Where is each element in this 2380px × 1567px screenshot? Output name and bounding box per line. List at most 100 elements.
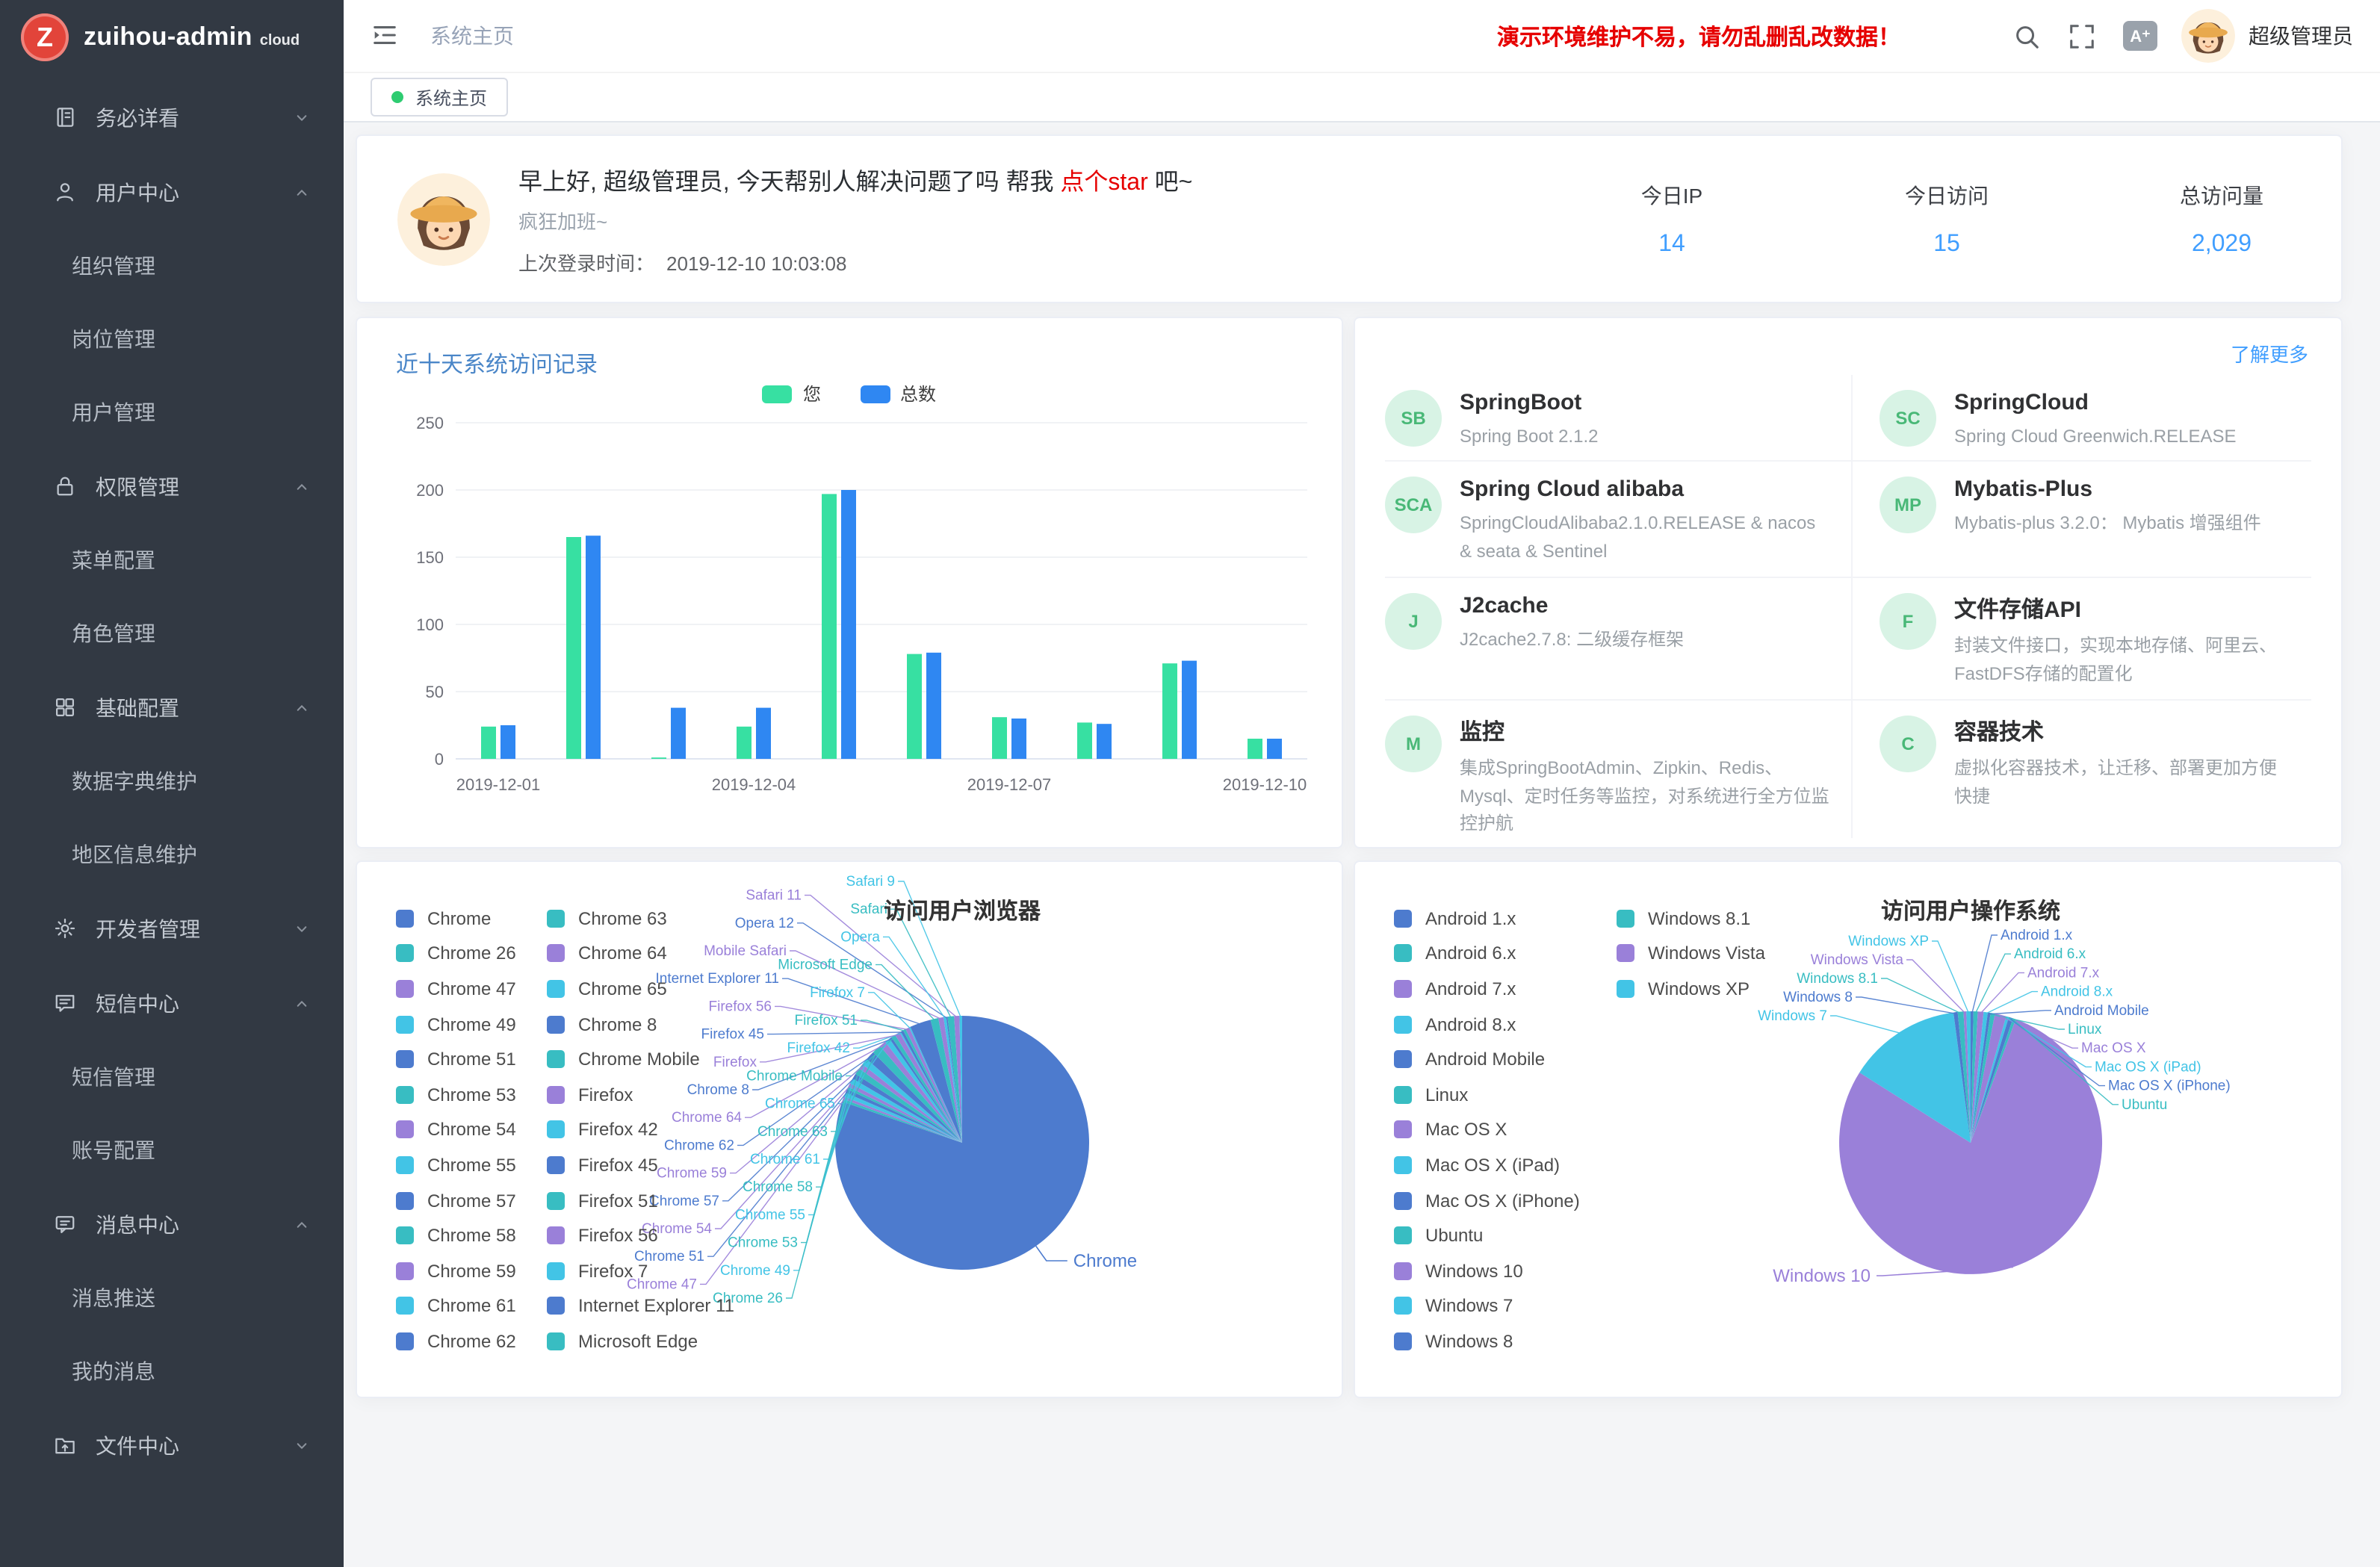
legend-label: Windows 10 <box>1425 1260 1523 1281</box>
legend-item[interactable]: Chrome 57 <box>396 1183 516 1218</box>
search-icon[interactable] <box>2012 21 2042 51</box>
legend-item[interactable]: Chrome 61 <box>396 1288 516 1324</box>
legend-item[interactable]: Firefox 42 <box>547 1112 734 1147</box>
sidebar-item-label: 务必详看 <box>96 103 293 133</box>
sidebar-subitem[interactable]: 数据字典维护 <box>0 745 344 819</box>
brand[interactable]: Z zuihou-admincloud <box>0 0 344 75</box>
legend-item[interactable]: Firefox 51 <box>547 1183 734 1218</box>
legend-item[interactable]: Chrome 47 <box>396 971 516 1006</box>
lock-icon <box>54 475 78 499</box>
sidebar-item[interactable]: 权限管理 <box>0 450 344 524</box>
legend-marker <box>1394 1262 1412 1279</box>
visits-bar-chart[interactable]: 0501001502002502019-12-012019-12-042019-… <box>381 405 1322 831</box>
legend-item[interactable]: Android 6.x <box>1394 936 1580 971</box>
legend-item[interactable]: Chrome 51 <box>396 1042 516 1077</box>
sidebar-item[interactable]: 用户中心 <box>0 155 344 230</box>
legend-item[interactable]: Windows 10 <box>1394 1253 1580 1288</box>
legend-item[interactable]: Chrome 54 <box>396 1112 516 1147</box>
legend-item[interactable]: Linux <box>1394 1077 1580 1112</box>
legend-marker <box>1394 980 1412 998</box>
sidebar-subitem[interactable]: 我的消息 <box>0 1335 344 1409</box>
legend-marker <box>396 1191 414 1209</box>
font-size-icon[interactable]: A⁺ <box>2123 21 2157 51</box>
username[interactable]: 超级管理员 <box>2249 21 2353 51</box>
svg-text:Firefox 42: Firefox 42 <box>787 1040 850 1056</box>
sidebar-subitem[interactable]: 消息推送 <box>0 1262 344 1335</box>
legend-item[interactable]: Chrome 58 <box>396 1218 516 1253</box>
legend-item[interactable]: Android Mobile <box>1394 1042 1580 1077</box>
user-avatar[interactable] <box>2181 9 2235 63</box>
legend-item[interactable]: Android 7.x <box>1394 971 1580 1006</box>
legend-item[interactable]: Chrome 53 <box>396 1077 516 1112</box>
legend-label: Microsoft Edge <box>578 1331 698 1352</box>
learn-more-link[interactable]: 了解更多 <box>2231 339 2308 367</box>
legend-marker <box>396 1297 414 1315</box>
star-link[interactable]: 点个star <box>1060 170 1147 196</box>
legend-marker <box>547 945 565 963</box>
legend-item[interactable]: Chrome 55 <box>396 1147 516 1182</box>
svg-text:Safari: Safari <box>850 902 887 917</box>
legend-label: Chrome 51 <box>427 1049 516 1070</box>
legend-item[interactable]: Internet Explorer 11 <box>547 1288 734 1324</box>
sidebar-subitem[interactable]: 账号配置 <box>0 1114 344 1188</box>
legend-item[interactable]: Firefox 45 <box>547 1147 734 1182</box>
legend-item[interactable]: Windows XP <box>1617 971 1765 1006</box>
legend-item[interactable]: Chrome 59 <box>396 1253 516 1288</box>
legend-item[interactable]: Chrome Mobile <box>547 1042 734 1077</box>
sidebar-subitem[interactable]: 组织管理 <box>0 230 344 303</box>
fullscreen-icon[interactable] <box>2068 21 2098 51</box>
sidebar-item[interactable]: 基础配置 <box>0 671 344 745</box>
legend-item[interactable]: Chrome <box>396 901 516 936</box>
legend-item[interactable]: 总数 <box>860 381 936 406</box>
sidebar-subitem[interactable]: 地区信息维护 <box>0 819 344 892</box>
legend-item[interactable]: 您 <box>763 381 821 406</box>
sidebar-subitem[interactable]: 短信管理 <box>0 1041 344 1114</box>
legend-item[interactable]: Microsoft Edge <box>547 1324 734 1359</box>
svg-text:Chrome Mobile: Chrome Mobile <box>746 1068 843 1084</box>
sidebar-toggle-icon[interactable] <box>371 21 400 51</box>
legend-item[interactable]: Android 8.x <box>1394 1007 1580 1042</box>
legend-item[interactable]: Windows 7 <box>1394 1288 1580 1324</box>
legend-item[interactable]: Firefox 56 <box>547 1218 734 1253</box>
tab-home[interactable]: 系统主页 <box>371 78 508 117</box>
legend-item[interactable]: Chrome 8 <box>547 1007 734 1042</box>
legend-item[interactable]: Chrome 62 <box>396 1324 516 1359</box>
legend-item[interactable]: Mac OS X <box>1394 1112 1580 1147</box>
folder-icon <box>54 1434 78 1458</box>
sidebar-subitem[interactable]: 用户管理 <box>0 376 344 450</box>
legend-item[interactable]: Mac OS X (iPhone) <box>1394 1183 1580 1218</box>
legend-item[interactable]: Chrome 65 <box>547 971 734 1006</box>
grid-icon <box>54 696 78 720</box>
row-charts-top: 近十天系统访问记录 您 总数 0501001502002502019-12-01… <box>356 317 2343 848</box>
legend-item[interactable]: Windows Vista <box>1617 936 1765 971</box>
svg-text:200: 200 <box>416 481 444 500</box>
sidebar-item[interactable]: 短信中心 <box>0 966 344 1041</box>
sidebar-item[interactable]: 务必详看 <box>0 81 344 155</box>
sidebar-item[interactable]: 开发者管理 <box>0 892 344 966</box>
legend-marker <box>763 385 793 403</box>
legend-item[interactable]: Firefox <box>547 1077 734 1112</box>
legend-item[interactable]: Chrome 64 <box>547 936 734 971</box>
sidebar-subitem[interactable]: 岗位管理 <box>0 303 344 376</box>
legend-item[interactable]: Chrome 26 <box>396 936 516 971</box>
legend-item[interactable]: Windows 8 <box>1394 1324 1580 1359</box>
tech-desc: Mybatis-plus 3.2.0： Mybatis 增强组件 <box>1954 509 2261 537</box>
tab-label: 系统主页 <box>415 84 487 110</box>
legend-item[interactable]: Mac OS X (iPad) <box>1394 1147 1580 1182</box>
legend-item[interactable]: Android 1.x <box>1394 901 1580 936</box>
legend-item[interactable]: Firefox 7 <box>547 1253 734 1288</box>
sidebar-item[interactable]: 消息中心 <box>0 1188 344 1262</box>
legend-item[interactable]: Chrome 49 <box>396 1007 516 1042</box>
legend-item[interactable]: Chrome 63 <box>547 901 734 936</box>
tech-badge: J <box>1385 593 1442 650</box>
tech-badge: C <box>1879 716 1936 772</box>
visits-chart-card: 近十天系统访问记录 您 总数 0501001502002502019-12-01… <box>356 317 1343 848</box>
legend-label: Chrome 49 <box>427 1014 516 1034</box>
tech-desc: 封装文件接口，实现本地存储、阿里云、FastDFS存储的配置化 <box>1954 632 2290 687</box>
sidebar-subitem[interactable]: 角色管理 <box>0 598 344 671</box>
sidebar-subitem[interactable]: 菜单配置 <box>0 524 344 598</box>
sidebar-item[interactable]: 文件中心 <box>0 1409 344 1483</box>
legend-marker <box>1394 1121 1412 1139</box>
legend-item[interactable]: Windows 8.1 <box>1617 901 1765 936</box>
legend-item[interactable]: Ubuntu <box>1394 1218 1580 1253</box>
